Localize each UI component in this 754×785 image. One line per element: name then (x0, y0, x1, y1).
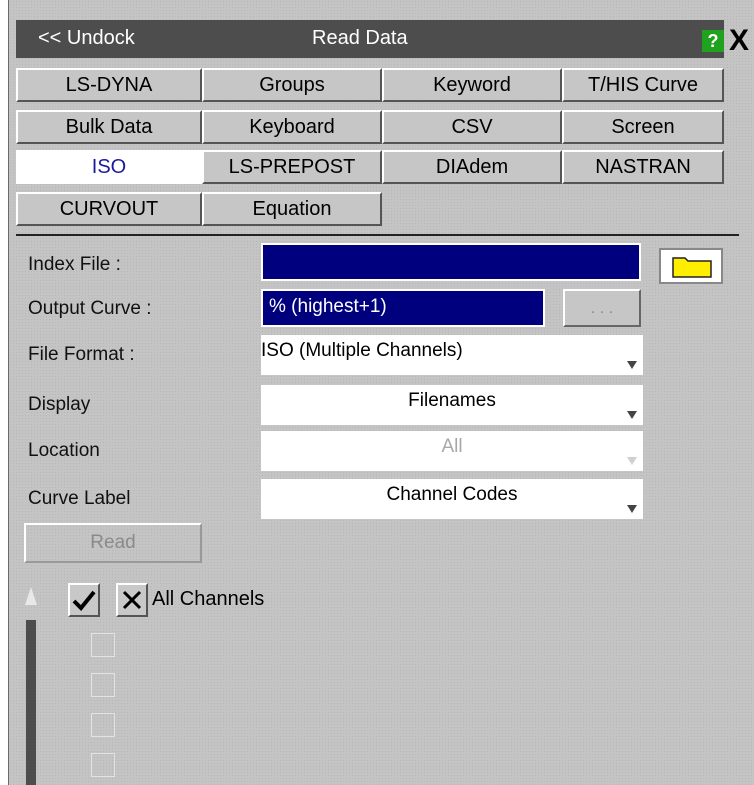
display-dropdown-arrow-icon (627, 411, 637, 419)
tab-csv[interactable]: CSV (382, 110, 562, 144)
tab-keyboard[interactable]: Keyboard (202, 110, 382, 144)
curve-label-dropdown-arrow-icon (627, 505, 637, 513)
all-channels-label: All Channels (152, 588, 265, 610)
curve-label-label: Curve Label (28, 488, 131, 509)
cross-icon (122, 590, 142, 610)
tab-nastran[interactable]: NASTRAN (562, 150, 724, 184)
undock-button[interactable]: << Undock (38, 27, 135, 50)
display-label: Display (28, 394, 91, 415)
tab-curvout[interactable]: CURVOUT (16, 192, 202, 226)
deselect-all-button[interactable] (116, 583, 148, 617)
channel-checkbox[interactable] (91, 673, 115, 697)
tab-this-curve[interactable]: T/HIS Curve (562, 68, 724, 102)
channel-checkbox[interactable] (91, 713, 115, 737)
output-curve-value: % (highest+1) (269, 296, 387, 317)
location-label: Location (28, 440, 100, 461)
tab-diadem[interactable]: DIAdem (382, 150, 562, 184)
output-curve-browse-button[interactable]: . . . (563, 289, 641, 327)
index-file-input[interactable] (261, 243, 641, 281)
tab-iso[interactable]: ISO (16, 150, 202, 184)
select-all-button[interactable] (68, 583, 100, 617)
tab-screen[interactable]: Screen (562, 110, 724, 144)
tab-bulk-data[interactable]: Bulk Data (16, 110, 202, 144)
index-file-label: Index File : (28, 254, 121, 275)
tab-equation[interactable]: Equation (202, 192, 382, 226)
checkmark-icon (72, 590, 96, 611)
tab-ls-dyna[interactable]: LS-DYNA (16, 68, 202, 102)
output-curve-label: Output Curve : (28, 298, 152, 319)
location-dropdown-arrow-icon (627, 457, 637, 465)
file-format-dropdown-arrow-icon (627, 361, 637, 369)
location-value: All (441, 436, 463, 457)
curve-label-dropdown[interactable]: Channel Codes (261, 479, 643, 519)
output-curve-input[interactable]: % (highest+1) (261, 289, 545, 327)
display-value: Filenames (408, 390, 496, 411)
browse-folder-button[interactable] (659, 248, 723, 284)
tab-groups[interactable]: Groups (202, 68, 382, 102)
location-dropdown: All (261, 431, 643, 471)
tab-ls-prepost[interactable]: LS-PREPOST (202, 150, 382, 184)
folder-icon (672, 257, 712, 278)
title-bar: << Undock Read Data ? X (16, 20, 749, 58)
help-button[interactable]: ? (702, 30, 724, 52)
section-divider (16, 234, 739, 236)
read-button[interactable]: Read (24, 523, 202, 563)
tab-keyword[interactable]: Keyword (382, 68, 562, 102)
channel-checkbox[interactable] (91, 753, 115, 777)
display-dropdown[interactable]: Filenames (261, 385, 643, 425)
channel-checkbox[interactable] (91, 633, 115, 657)
channel-list-scrollbar[interactable] (26, 620, 36, 785)
scroll-up-arrow-icon[interactable] (25, 587, 37, 605)
file-format-label: File Format : (28, 344, 135, 365)
file-format-value: ISO (Multiple Channels) (261, 340, 463, 361)
window-title: Read Data (312, 27, 408, 49)
file-format-dropdown[interactable]: ISO (Multiple Channels) (261, 335, 643, 375)
curve-label-value: Channel Codes (386, 484, 518, 505)
close-button[interactable]: X (728, 26, 750, 56)
